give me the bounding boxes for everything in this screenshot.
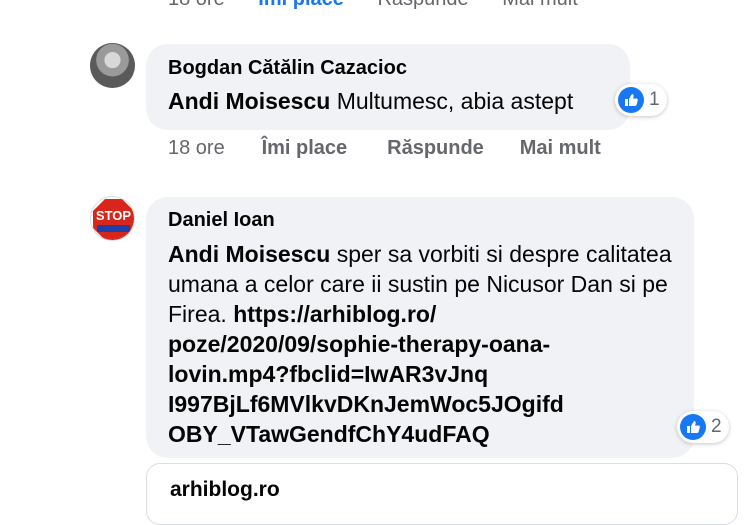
previous-comment-like-button[interactable]: Îmi place bbox=[258, 0, 344, 10]
comment-author-daniel[interactable]: Daniel Ioan bbox=[168, 209, 275, 232]
previous-comment-actions: 18 ore Îmi place Răspunde Mai mult bbox=[168, 0, 606, 12]
reaction-count: 2 bbox=[711, 416, 722, 437]
comment-text-daniel: Andi Moisescu sper sa vorbiti si despre … bbox=[168, 239, 673, 449]
mention-link[interactable]: Andi Moisescu bbox=[168, 241, 330, 267]
link-preview-domain: arhiblog.ro bbox=[170, 478, 280, 501]
more-button[interactable]: Mai mult bbox=[520, 137, 601, 160]
reply-button[interactable]: Răspunde bbox=[387, 137, 514, 160]
avatar-daniel[interactable]: STOP bbox=[90, 196, 135, 241]
url-line[interactable]: lovin.mp4?fbclid=IwAR3vJnq bbox=[168, 361, 488, 387]
comment-time: 18 ore bbox=[168, 137, 225, 159]
comment-text-bogdan: Andi Moisescu Multumesc, abia astept bbox=[168, 86, 573, 116]
like-icon bbox=[680, 414, 706, 440]
reaction-badge-bogdan[interactable]: 1 bbox=[615, 84, 667, 116]
avatar-stop-text: STOP bbox=[95, 208, 132, 223]
url-line[interactable]: I997BjLf6MVlkvDKnJemWoc5JOgifd bbox=[168, 391, 564, 417]
comment-actions-bogdan: 18 ore Îmi place Răspunde Mai mult bbox=[168, 137, 601, 160]
mention-link[interactable]: Andi Moisescu bbox=[168, 88, 330, 114]
previous-comment-reply-button[interactable]: Răspunde bbox=[377, 0, 468, 10]
url-line[interactable]: https://arhiblog.ro/ bbox=[233, 301, 436, 327]
url-line[interactable]: poze/2020/09/sophie-therapy-oana- bbox=[168, 331, 550, 357]
comment-author-bogdan[interactable]: Bogdan Cătălin Cazacioc bbox=[168, 57, 407, 80]
reaction-count: 1 bbox=[649, 89, 660, 110]
previous-comment-more-button[interactable]: Mai mult bbox=[502, 0, 578, 10]
reaction-badge-daniel[interactable]: 2 bbox=[677, 411, 729, 443]
previous-comment-time: 18 ore bbox=[168, 0, 225, 10]
like-icon bbox=[618, 87, 644, 113]
comment-body-text: Multumesc, abia astept bbox=[330, 88, 574, 114]
avatar-bogdan[interactable] bbox=[90, 43, 135, 88]
url-line[interactable]: OBY_VTawGendfChY4udFAQ bbox=[168, 421, 490, 447]
like-button[interactable]: Îmi place bbox=[262, 137, 382, 160]
